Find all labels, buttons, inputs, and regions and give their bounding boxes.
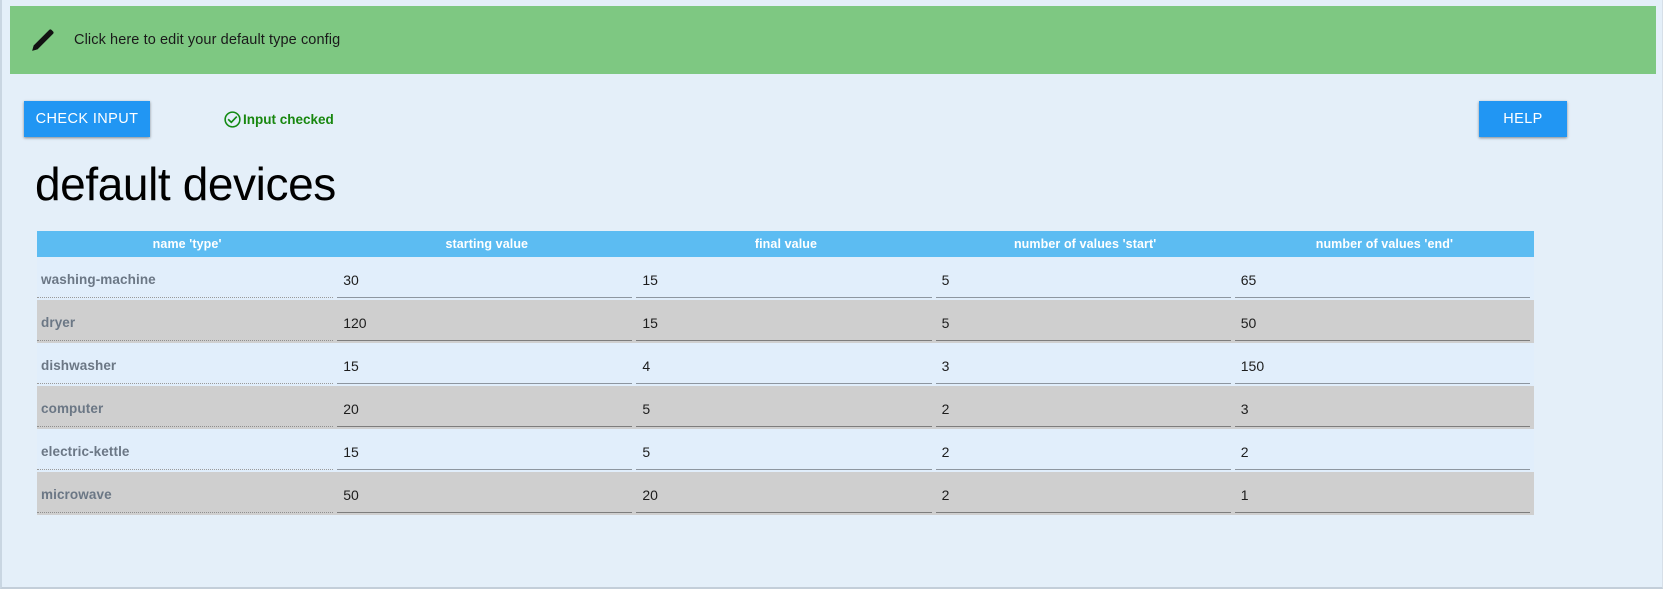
device-name-field: dishwasher (37, 348, 334, 384)
column-header-values-start: number of values 'start' (935, 231, 1235, 257)
values-start-input[interactable]: 3 (935, 348, 1231, 384)
device-name-field: dryer (37, 305, 334, 341)
cell-final-value[interactable]: 5 (636, 386, 936, 429)
cell-values-start[interactable]: 5 (935, 257, 1235, 300)
starting-value-input[interactable]: 15 (337, 348, 633, 384)
cell-device-name: dishwasher (37, 343, 338, 386)
starting-value-input[interactable]: 20 (337, 391, 633, 427)
toolbar: CHECK INPUT Input checked HELP (2, 82, 1662, 144)
cell-starting-value[interactable]: 15 (337, 429, 637, 472)
column-header-start-value: starting value (337, 231, 637, 257)
cell-values-end[interactable]: 50 (1234, 300, 1534, 343)
cell-starting-value[interactable]: 120 (337, 300, 637, 343)
cell-starting-value[interactable]: 30 (337, 257, 637, 300)
values-start-input[interactable]: 2 (935, 391, 1231, 427)
values-end-input[interactable]: 65 (1234, 262, 1530, 298)
table-row: washing-machine 30 15 5 65 (37, 257, 1534, 300)
check-circle-icon (224, 110, 241, 128)
cell-final-value[interactable]: 5 (636, 429, 936, 472)
page-title: default devices (35, 158, 336, 210)
config-banner-label: Click here to edit your default type con… (74, 32, 341, 48)
final-value-input[interactable]: 15 (636, 262, 932, 298)
device-name-field: washing-machine (37, 262, 334, 298)
cell-device-name: washing-machine (37, 257, 338, 300)
cell-values-end[interactable]: 1 (1234, 472, 1534, 515)
cell-values-start[interactable]: 3 (935, 343, 1235, 386)
table-row: electric-kettle 15 5 2 2 (37, 429, 1534, 472)
cell-starting-value[interactable]: 15 (337, 343, 637, 386)
cell-final-value[interactable]: 15 (636, 257, 936, 300)
device-name-field: microwave (37, 477, 334, 513)
values-start-input[interactable]: 5 (935, 262, 1231, 298)
cell-values-end[interactable]: 65 (1234, 257, 1534, 300)
final-value-input[interactable]: 20 (636, 477, 932, 513)
cell-values-end[interactable]: 150 (1234, 343, 1534, 386)
cell-values-start[interactable]: 5 (935, 300, 1235, 343)
cell-values-end[interactable]: 2 (1234, 429, 1534, 472)
cell-device-name: dryer (37, 300, 338, 343)
table-row: dryer 120 15 5 50 (37, 300, 1534, 343)
final-value-input[interactable]: 15 (636, 305, 932, 341)
cell-final-value[interactable]: 4 (636, 343, 936, 386)
cell-values-end[interactable]: 3 (1234, 386, 1534, 429)
final-value-input[interactable]: 4 (636, 348, 932, 384)
check-input-button[interactable]: CHECK INPUT (24, 101, 150, 137)
cell-starting-value[interactable]: 20 (337, 386, 637, 429)
values-end-input[interactable]: 50 (1234, 305, 1530, 341)
table-header-row: name 'type' starting value final value n… (37, 231, 1534, 257)
values-start-input[interactable]: 5 (935, 305, 1231, 341)
devices-table: name 'type' starting value final value n… (37, 231, 1534, 515)
pencil-icon (32, 29, 54, 51)
cell-final-value[interactable]: 15 (636, 300, 936, 343)
column-header-final-value: final value (636, 231, 936, 257)
cell-values-start[interactable]: 2 (935, 386, 1235, 429)
column-header-values-end: number of values 'end' (1234, 231, 1534, 257)
values-start-input[interactable]: 2 (935, 477, 1231, 513)
final-value-input[interactable]: 5 (636, 391, 932, 427)
input-status-label: Input checked (243, 111, 334, 127)
cell-values-start[interactable]: 2 (935, 429, 1235, 472)
values-start-input[interactable]: 2 (935, 434, 1231, 470)
table-row: dishwasher 15 4 3 150 (37, 343, 1534, 386)
cell-device-name: computer (37, 386, 338, 429)
table-row: microwave 50 20 2 1 (37, 472, 1534, 515)
values-end-input[interactable]: 3 (1234, 391, 1530, 427)
cell-device-name: electric-kettle (37, 429, 338, 472)
values-end-input[interactable]: 1 (1234, 477, 1530, 513)
default-type-config-banner[interactable]: Click here to edit your default type con… (10, 6, 1656, 74)
starting-value-input[interactable]: 50 (337, 477, 633, 513)
help-button[interactable]: HELP (1479, 101, 1567, 137)
starting-value-input[interactable]: 15 (337, 434, 633, 470)
values-end-input[interactable]: 2 (1234, 434, 1530, 470)
cell-starting-value[interactable]: 50 (337, 472, 637, 515)
values-end-input[interactable]: 150 (1234, 348, 1530, 384)
input-status: Input checked (223, 109, 334, 129)
app-window: Click here to edit your default type con… (0, 0, 1663, 589)
starting-value-input[interactable]: 30 (337, 262, 633, 298)
cell-device-name: microwave (37, 472, 338, 515)
device-name-field: electric-kettle (37, 434, 334, 470)
final-value-input[interactable]: 5 (636, 434, 932, 470)
starting-value-input[interactable]: 120 (337, 305, 633, 341)
cell-final-value[interactable]: 20 (636, 472, 936, 515)
column-header-name: name 'type' (37, 231, 338, 257)
table-row: computer 20 5 2 3 (37, 386, 1534, 429)
cell-values-start[interactable]: 2 (935, 472, 1235, 515)
device-name-field: computer (37, 391, 334, 427)
